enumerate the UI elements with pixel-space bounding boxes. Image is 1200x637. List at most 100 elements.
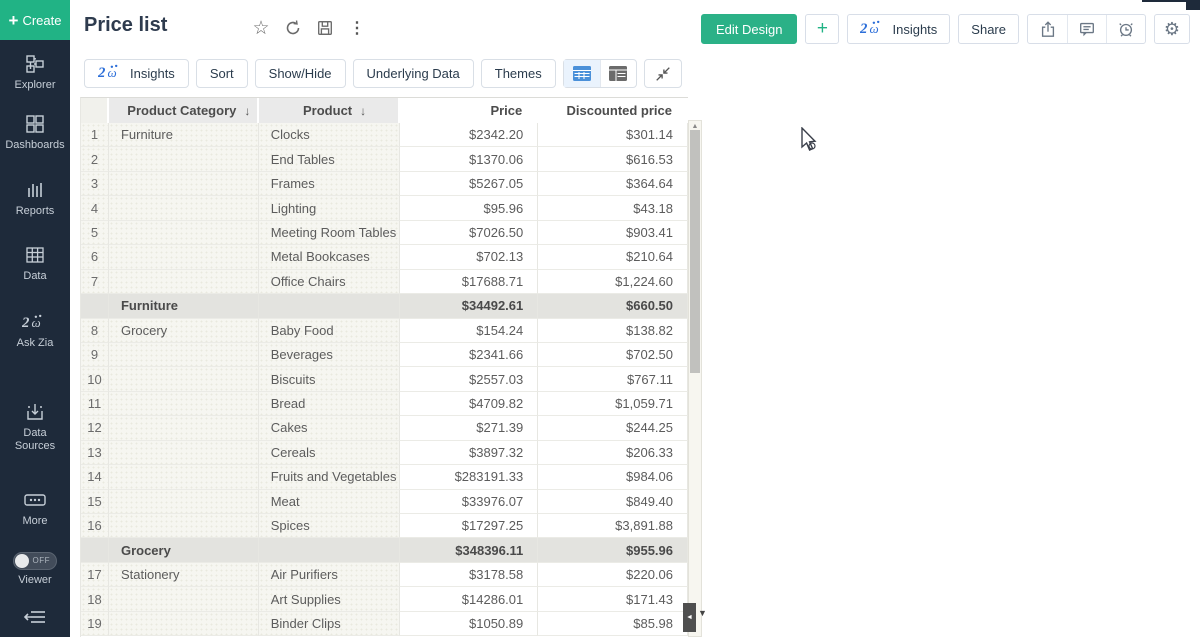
product-cell (259, 294, 401, 318)
gear-icon[interactable]: ⚙ (1154, 14, 1190, 44)
price-cell: $348396.11 (400, 538, 538, 562)
toolbar-button-show-hide[interactable]: Show/Hide (255, 59, 346, 88)
table-row: 17 Stationery Air Purifiers $3178.58 $22… (81, 563, 688, 587)
row-number-header (81, 98, 109, 123)
row-number-cell: 14 (81, 465, 109, 489)
viewer-toggle[interactable]: OFF (13, 552, 57, 570)
category-cell: Furniture (109, 294, 259, 318)
table-row: 3 Frames $5267.05 $364.64 (81, 172, 688, 196)
row-number-cell: 4 (81, 196, 109, 220)
product-cell: Lighting (259, 196, 401, 220)
product-cell: Cereals (259, 441, 401, 465)
row-number-cell: 12 (81, 416, 109, 440)
category-cell (109, 221, 259, 245)
category-cell (109, 147, 259, 171)
scrollbar-thumb[interactable] (690, 130, 700, 373)
price-cell: $702.13 (400, 245, 538, 269)
scroll-corner-handle[interactable]: ◄ (683, 603, 696, 632)
table-row: 13 Cereals $3897.32 $206.33 (81, 441, 688, 465)
column-header-product[interactable]: Product↓ (259, 98, 401, 123)
row-number-cell: 16 (81, 514, 109, 538)
product-cell: Frames (259, 172, 401, 196)
add-button[interactable]: + (805, 14, 839, 44)
product-cell: Art Supplies (259, 587, 401, 611)
column-header-price[interactable]: Price (400, 98, 538, 123)
refresh-icon[interactable] (282, 17, 304, 39)
price-cell: $33976.07 (400, 490, 538, 514)
discounted-price-cell: $301.14 (538, 123, 688, 147)
product-cell: End Tables (259, 147, 401, 171)
row-number-cell: 6 (81, 245, 109, 269)
product-cell: Office Chairs (259, 270, 401, 294)
discounted-price-cell: $984.06 (538, 465, 688, 489)
sidebar-item-data-sources[interactable]: Data Sources (0, 400, 70, 453)
sort-desc-icon: ↓ (244, 104, 250, 118)
category-cell (109, 343, 259, 367)
sidebar-item-reports[interactable]: Reports (0, 178, 70, 218)
product-cell: Biscuits (259, 367, 401, 391)
row-number-cell: 19 (81, 612, 109, 636)
table-header-row: Product Category↓Product↓PriceDiscounted… (81, 98, 688, 123)
price-cell: $2557.03 (400, 367, 538, 391)
discounted-price-cell: $85.98 (538, 612, 688, 636)
save-icon[interactable] (314, 17, 336, 39)
category-cell (109, 514, 259, 538)
toolbar-button-themes[interactable]: Themes (481, 59, 556, 88)
sidebar-item-ask-zia[interactable]: 2 ω Ask Zia (0, 310, 70, 350)
sidebar-item-explorer[interactable]: Explorer (0, 52, 70, 92)
svg-text:2: 2 (860, 21, 868, 37)
discounted-price-cell: $3,891.88 (538, 514, 688, 538)
sidebar-collapse-button[interactable] (0, 608, 70, 631)
toolbar-button-insights[interactable]: 2 ωInsights (84, 59, 189, 88)
product-cell: Baby Food (259, 319, 401, 343)
price-cell: $5267.05 (400, 172, 538, 196)
product-cell: Cakes (259, 416, 401, 440)
create-button-label: Create (22, 13, 61, 28)
table-row: 14 Fruits and Vegetables $283191.33 $984… (81, 465, 688, 489)
price-cell: $95.96 (400, 196, 538, 220)
create-button[interactable]: + Create (0, 0, 70, 40)
sidebar-item-more[interactable]: More (0, 488, 70, 528)
table-row: 9 Beverages $2341.66 $702.50 (81, 343, 688, 367)
vertical-scrollbar[interactable]: ▲ (688, 120, 702, 637)
price-cell: $17688.71 (400, 270, 538, 294)
table-view-dark-icon[interactable] (600, 60, 636, 87)
discounted-price-cell: $43.18 (538, 196, 688, 220)
discounted-price-cell: $244.25 (538, 416, 688, 440)
toolbar-button-sort[interactable]: Sort (196, 59, 248, 88)
row-number-cell (81, 538, 109, 562)
discounted-price-cell: $1,224.60 (538, 270, 688, 294)
edit-design-button[interactable]: Edit Design (701, 14, 797, 44)
insights-button[interactable]: 2 ω Insights (847, 14, 950, 44)
price-cell: $14286.01 (400, 587, 538, 611)
mouse-cursor (800, 127, 826, 162)
share-button[interactable]: Share (958, 14, 1019, 44)
table-row: 10 Biscuits $2557.03 $767.11 (81, 367, 688, 391)
scroll-down-icon[interactable]: ▼ (698, 608, 707, 618)
compress-icon[interactable] (645, 60, 681, 87)
table-row: 16 Spices $17297.25 $3,891.88 (81, 514, 688, 538)
data-icon (0, 243, 70, 267)
toolbar-button-underlying-data[interactable]: Underlying Data (353, 59, 474, 88)
page-title: Price list (84, 14, 167, 37)
favorite-star-icon[interactable]: ☆ (250, 17, 272, 39)
svg-text:ω: ω (870, 21, 879, 36)
table-row: 11 Bread $4709.82 $1,059.71 (81, 392, 688, 416)
column-header-discounted-price[interactable]: Discounted price (538, 98, 688, 123)
alarm-icon[interactable] (1106, 15, 1145, 43)
discounted-price-cell: $220.06 (538, 563, 688, 587)
export-icon[interactable] (1028, 15, 1067, 43)
table-row: 1 Furniture Clocks $2342.20 $301.14 (81, 123, 688, 147)
sidebar-item-data[interactable]: Data (0, 243, 70, 283)
product-cell: Air Purifiers (259, 563, 401, 587)
category-cell (109, 392, 259, 416)
comment-icon[interactable] (1067, 15, 1106, 43)
discounted-price-cell: $171.43 (538, 587, 688, 611)
discounted-price-cell: $1,059.71 (538, 392, 688, 416)
kebab-menu-icon[interactable]: ⋮ (346, 17, 368, 39)
column-header-product-category[interactable]: Product Category↓ (109, 98, 259, 123)
table-view-blue-icon[interactable] (564, 60, 600, 87)
category-cell (109, 245, 259, 269)
category-cell: Grocery (109, 319, 259, 343)
sidebar-item-dashboards[interactable]: Dashboards (0, 112, 70, 152)
